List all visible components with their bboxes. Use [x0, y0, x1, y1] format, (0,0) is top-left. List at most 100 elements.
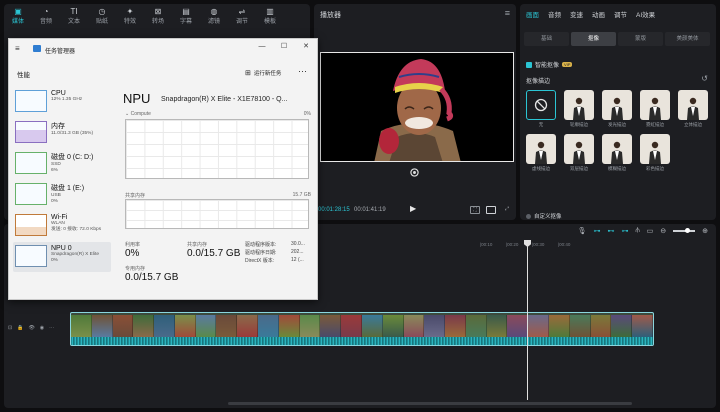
stroke-preset-6[interactable]: 双层描边 — [564, 134, 594, 174]
aspect-ratio-icon[interactable] — [486, 206, 496, 214]
media-tab-2[interactable]: TI 文本 — [60, 4, 88, 28]
stroke-preset-1[interactable]: 轮廓描边 — [564, 90, 594, 130]
stroke-preset-7[interactable]: 模糊描边 — [602, 134, 632, 174]
inspector-subtab-1[interactable]: 抠像 — [571, 32, 616, 46]
media-tab-7[interactable]: ◍ 滤镜 — [200, 4, 228, 28]
split-icon[interactable]: ⫛ — [635, 227, 639, 235]
lock-icon[interactable]: 🔒 — [17, 325, 23, 331]
zoom-in-icon[interactable]: ⊕ — [702, 227, 708, 235]
stroke-preset-8[interactable]: 彩色描边 — [640, 134, 670, 174]
clip-frame — [632, 315, 653, 337]
player-menu-icon[interactable]: ≡ — [505, 8, 510, 18]
playhead[interactable] — [527, 240, 528, 400]
task-manager-titlebar[interactable]: ≡ 任务管理器 — ☐ ✕ — [9, 39, 317, 59]
media-toolbar: ▣ 媒体 ◔ 音频 TI 文本 ◷ 贴纸 ✦ 特效 ⊠ 转场 ▤ 字幕 ◍ 滤镜 ⇌ 调节 ▥ 模板 — [4, 4, 310, 28]
minimize-button[interactable]: — — [251, 39, 273, 55]
run-new-task-button[interactable]: ⊞ 运行新任务 — [245, 69, 281, 77]
clip-frame — [569, 315, 591, 337]
custom-matting-row[interactable]: 自定义抠像 — [526, 212, 562, 220]
inspector-subtab-3[interactable]: 美颜美体 — [665, 32, 710, 46]
media-tab-6[interactable]: ▤ 字幕 — [172, 4, 200, 28]
video-clip[interactable] — [70, 312, 654, 346]
directx-label: DirectX 版本: — [245, 258, 275, 264]
timeline-scrollbar[interactable] — [228, 402, 632, 405]
toggle-icon[interactable] — [526, 213, 531, 219]
sidebar-item-3[interactable]: 磁盘 1 (E:) USB 0% — [13, 180, 111, 210]
inspector-tab-4[interactable]: 调节 — [614, 9, 627, 19]
person-icon — [611, 141, 623, 164]
inspector-tab-5[interactable]: AI效果 — [636, 9, 655, 19]
stroke-preset-0[interactable]: 无 — [526, 90, 556, 130]
person-icon — [649, 97, 661, 120]
zoom-out-icon[interactable]: ⊖ — [660, 227, 666, 235]
media-tab-5[interactable]: ⊠ 转场 — [144, 4, 172, 28]
clip-frame — [154, 315, 175, 337]
clip-frame — [361, 315, 383, 337]
smart-matting-row[interactable]: 智能抠像 VIP — [526, 60, 573, 69]
fullscreen-icon[interactable]: ⤢ — [502, 206, 512, 214]
media-tab-3[interactable]: ◷ 贴纸 — [88, 4, 116, 28]
inspector-tab-1[interactable]: 音频 — [548, 9, 561, 19]
inspector-tab-3[interactable]: 动画 — [592, 9, 605, 19]
fit-screen-icon[interactable]: ⛶ — [470, 206, 480, 214]
inspector-subtab-0[interactable]: 基础 — [524, 32, 569, 46]
reset-icon[interactable]: ↺ — [701, 74, 708, 83]
video-preview[interactable] — [320, 52, 514, 162]
inspector-tab-0[interactable]: 画面 — [526, 9, 539, 19]
zoom-slider[interactable] — [673, 228, 696, 233]
media-tab-8[interactable]: ⇌ 调节 — [228, 4, 256, 28]
preview-axis-icon[interactable]: ⊶ — [621, 227, 628, 235]
clip-thumbnails — [71, 315, 653, 337]
audio-toggle-icon[interactable]: ◉ — [40, 325, 44, 331]
track-controls: ⊡ 🔒 👁 ◉ ⋯ — [6, 322, 68, 334]
effects-icon: ✦ — [126, 7, 134, 16]
shared-memory-value: 0.0/15.7 GB — [187, 248, 241, 259]
clip-frame — [237, 315, 259, 337]
clip-frame — [424, 315, 446, 337]
stroke-preset-4[interactable]: 立体描边 — [678, 90, 708, 130]
link-icon[interactable]: ⊶ — [593, 227, 600, 235]
media-tab-0[interactable]: ▣ 媒体 — [4, 4, 32, 28]
media-tab-1[interactable]: ◔ 音频 — [32, 4, 60, 28]
eye-icon[interactable]: 👁 — [28, 325, 34, 331]
sidebar-item-0[interactable]: CPU 12% 1.35 GHz — [13, 87, 111, 117]
stroke-preset-5[interactable]: 虚线描边 — [526, 134, 556, 174]
microphone-icon[interactable]: 🎙 — [578, 227, 587, 235]
text-icon: TI — [70, 7, 78, 16]
stroke-preset-label: 彩色描边 — [646, 166, 664, 171]
driver-version-value: 30.0... — [291, 241, 305, 247]
media-tab-label: 媒体 — [11, 19, 24, 25]
audio-icon: ◔ — [43, 7, 49, 16]
stroke-preset-3[interactable]: 霓虹描边 — [640, 90, 670, 130]
close-button[interactable]: ✕ — [295, 39, 317, 55]
cover-icon[interactable]: ⊡ — [8, 325, 12, 331]
smart-matting-checkbox[interactable] — [526, 61, 532, 68]
media-tab-label: 音频 — [39, 19, 52, 25]
inspector-subtab-2[interactable]: 蒙版 — [618, 32, 663, 46]
media-tab-label: 转场 — [151, 19, 164, 25]
media-icon: ▣ — [14, 7, 22, 16]
stroke-preset-2[interactable]: 发光描边 — [602, 90, 632, 130]
sidebar-item-4[interactable]: Wi-Fi WLAN 发送: 0 接收: 72.0 Kbps — [13, 211, 111, 241]
smart-matting-label: 智能抠像 — [535, 63, 560, 69]
sidebar-item-1[interactable]: 内存 11.0/31.3 GB (35%) — [13, 118, 111, 148]
run-task-icon: ⊞ — [245, 70, 251, 77]
inspector-tab-2[interactable]: 变速 — [570, 9, 583, 19]
media-tab-4[interactable]: ✦ 特效 — [116, 4, 144, 28]
maximize-button[interactable]: ☐ — [273, 39, 295, 55]
snap-icon[interactable]: ⊷ — [607, 227, 614, 235]
stroke-preset-label: 轮廓描边 — [570, 122, 588, 127]
more-options-button[interactable]: ··· — [298, 66, 307, 76]
clip-frame — [486, 315, 508, 337]
more-icon[interactable]: ⋯ — [49, 325, 54, 331]
caption-track-icon[interactable]: ▭ — [647, 227, 654, 235]
clip-frame — [299, 315, 321, 337]
stroke-preset-thumbnail — [564, 134, 594, 164]
sidebar-item-2[interactable]: 磁盘 0 (C: D:) SSD 6% — [13, 149, 111, 179]
clip-frame — [548, 315, 570, 337]
play-button[interactable]: ▶ — [410, 204, 416, 213]
rotate-handle-icon[interactable] — [410, 168, 419, 177]
media-tab-9[interactable]: ▥ 模板 — [256, 4, 284, 28]
hamburger-menu-icon[interactable]: ≡ — [15, 44, 20, 53]
sidebar-item-5[interactable]: NPU 0 Snapdragon(R) X Elite 0% — [13, 242, 111, 272]
